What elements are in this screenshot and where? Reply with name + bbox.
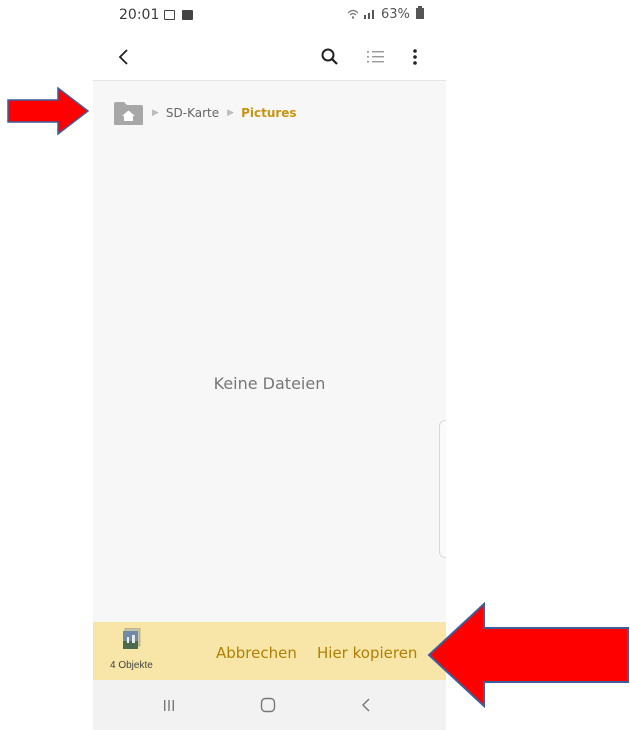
home-icon	[260, 697, 276, 713]
search-icon	[321, 48, 338, 65]
recent-apps-icon	[164, 700, 174, 711]
phone-screen: 20:01 63% ▶ SD-Karte ▶ Pictures Keine Da…	[93, 0, 446, 730]
status-time: 20:01	[119, 7, 160, 23]
list-view-button[interactable]	[361, 34, 391, 80]
breadcrumb: ▶ SD-Karte ▶ Pictures	[113, 98, 297, 128]
gallery-notification-icon	[164, 10, 175, 20]
breadcrumb-separator-icon: ▶	[152, 108, 159, 118]
back-button[interactable]	[109, 34, 139, 80]
object-count-label: 4 Objekte	[110, 660, 153, 671]
cancel-button[interactable]: Abbrechen	[216, 644, 297, 662]
status-right: 63%	[347, 6, 424, 22]
more-options-button[interactable]	[403, 34, 427, 80]
battery-percent: 63%	[380, 7, 410, 22]
back-nav-button[interactable]	[336, 680, 396, 730]
wifi-icon	[347, 9, 359, 19]
copy-here-button[interactable]: Hier kopieren	[317, 644, 417, 662]
breadcrumb-item-pictures[interactable]: Pictures	[241, 106, 297, 120]
back-icon	[362, 698, 370, 712]
recent-apps-button[interactable]	[139, 680, 199, 730]
fast-scroll-handle[interactable]	[439, 420, 446, 558]
copy-action-bar: 4 Objekte Abbrechen Hier kopieren	[93, 622, 446, 680]
search-button[interactable]	[315, 34, 345, 80]
battery-icon	[416, 6, 424, 19]
annotation-arrow-right-icon	[7, 86, 90, 136]
status-bar: 20:01 63%	[93, 0, 446, 34]
toolbar	[93, 34, 446, 81]
empty-state-message: Keine Dateien	[213, 374, 326, 393]
list-view-icon	[367, 51, 384, 63]
breadcrumb-separator-icon: ▶	[227, 108, 235, 118]
home-button[interactable]	[238, 680, 298, 730]
annotation-arrow-left-icon	[427, 602, 629, 708]
more-vert-icon	[413, 49, 417, 65]
home-folder-icon[interactable]	[113, 100, 144, 126]
navigation-bar	[93, 680, 446, 730]
signal-icon	[363, 10, 374, 19]
breadcrumb-item-sd-karte[interactable]: SD-Karte	[166, 106, 219, 120]
selected-files-thumbnail-icon	[123, 628, 141, 649]
back-arrow-icon	[118, 49, 128, 65]
check-notification-icon	[182, 10, 193, 20]
